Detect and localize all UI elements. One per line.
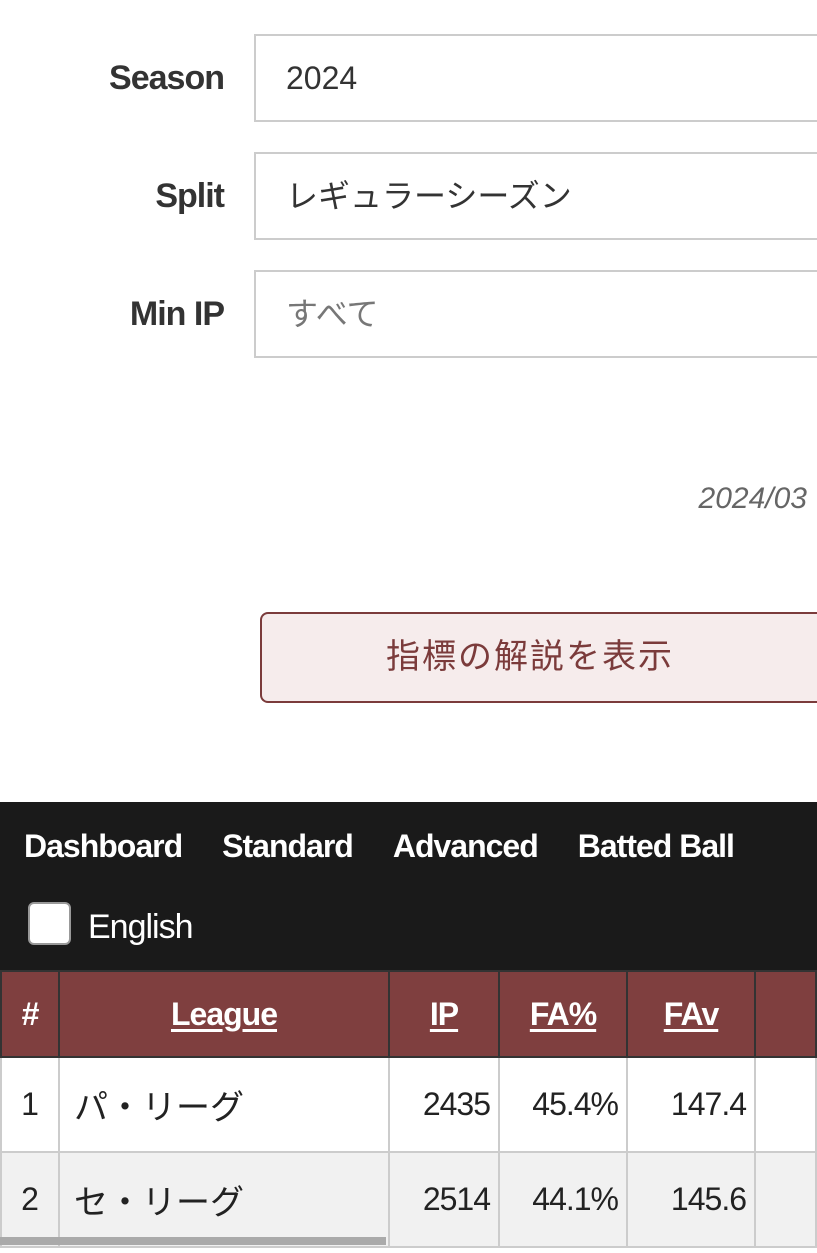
rank-cell: 2 xyxy=(0,1151,60,1248)
fav-cell: 145.6 xyxy=(626,1151,756,1248)
fa-pct-cell: 45.4% xyxy=(498,1056,628,1153)
min-ip-label: Min IP xyxy=(129,295,225,333)
header-ip[interactable]: IP xyxy=(388,970,500,1058)
horizontal-scrollbar[interactable] xyxy=(0,1237,386,1245)
ip-cell: 2435 xyxy=(388,1056,500,1153)
fav-cell: 147.4 xyxy=(626,1056,756,1153)
header-fav[interactable]: FAv xyxy=(626,970,756,1058)
rank-cell: 1 xyxy=(0,1056,60,1153)
table-header-row: # League IP FA% FAv xyxy=(0,970,817,1058)
league-cell: セ・リーグ xyxy=(58,1151,390,1248)
updated-date: 2024/03 xyxy=(698,482,807,515)
ip-cell: 2514 xyxy=(388,1151,500,1248)
show-glossary-button[interactable]: 指標の解説を表示 xyxy=(260,612,817,703)
header-fa-pct[interactable]: FA% xyxy=(498,970,628,1058)
tab-list: Dashboard Standard Advanced Batted Ball xyxy=(24,828,735,865)
table-row: 1 パ・リーグ 2435 45.4% 147.4 xyxy=(0,1056,817,1153)
header-league[interactable]: League xyxy=(58,970,390,1058)
english-checkbox[interactable] xyxy=(28,902,71,945)
stats-table: # League IP FA% FAv 1 パ・リーグ 2435 45.4% 1… xyxy=(0,970,817,1248)
more-cell xyxy=(754,1151,817,1248)
min-ip-select[interactable]: すべて xyxy=(254,270,817,358)
english-label[interactable]: English xyxy=(88,908,194,947)
header-more xyxy=(754,970,817,1058)
split-label: Split xyxy=(155,177,225,215)
more-cell xyxy=(754,1056,817,1153)
season-label: Season xyxy=(109,59,225,97)
fa-pct-cell: 44.1% xyxy=(498,1151,628,1248)
split-select[interactable]: レギュラーシーズン xyxy=(254,152,817,240)
tab-advanced[interactable]: Advanced xyxy=(393,828,539,865)
tab-dashboard[interactable]: Dashboard xyxy=(24,828,183,865)
tab-standard[interactable]: Standard xyxy=(222,828,354,865)
header-rank: # xyxy=(0,970,60,1058)
tab-batted-ball[interactable]: Batted Ball xyxy=(578,828,735,865)
season-select[interactable]: 2024 xyxy=(254,34,817,122)
table-row: 2 セ・リーグ 2514 44.1% 145.6 xyxy=(0,1151,817,1248)
stats-nav: Dashboard Standard Advanced Batted Ball … xyxy=(0,802,817,970)
league-cell: パ・リーグ xyxy=(58,1056,390,1153)
